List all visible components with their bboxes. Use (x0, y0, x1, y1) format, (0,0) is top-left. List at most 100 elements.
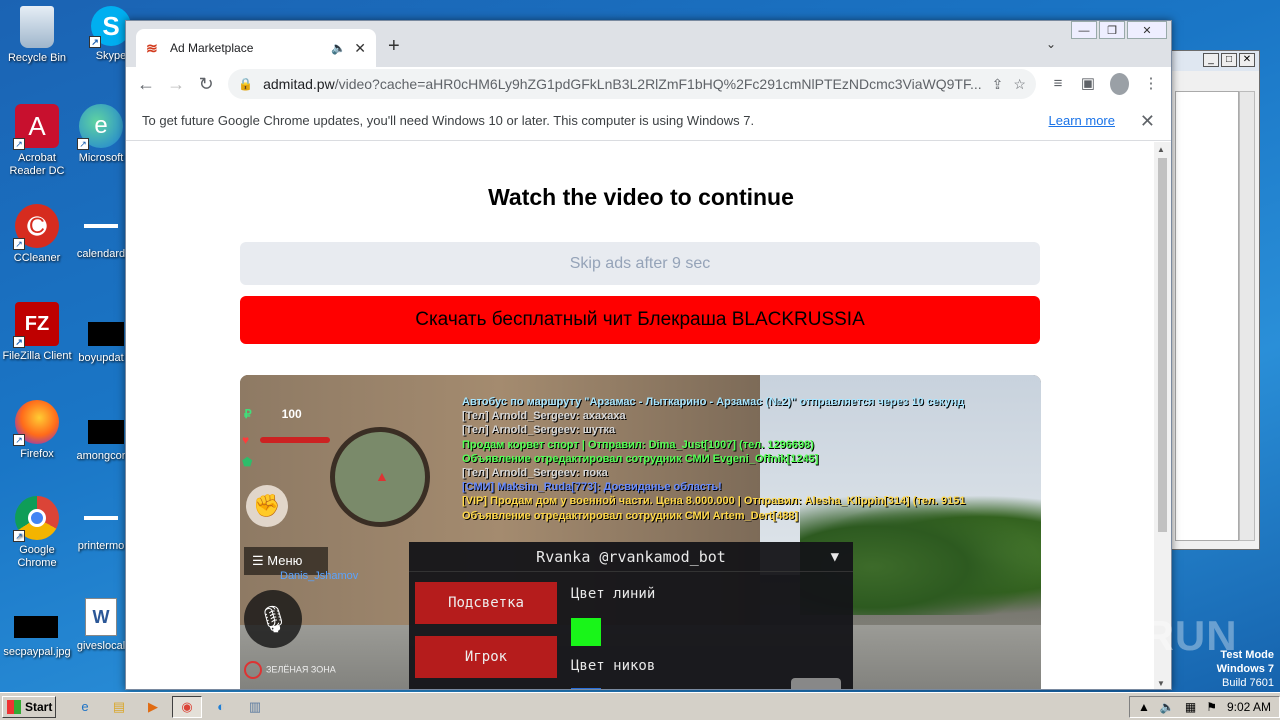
close-icon[interactable]: ✕ (1239, 53, 1255, 67)
learn-more-link[interactable]: Learn more (1049, 113, 1115, 128)
system-tray: ▲ 🔈 ▦ ⚑ 9:02 AM (1129, 695, 1280, 718)
background-window-titlebar[interactable]: _ □ ✕ (1171, 51, 1259, 71)
background-window-scrollbar[interactable] (1239, 91, 1255, 541)
minimap: ▲ (330, 427, 430, 527)
player-button[interactable]: Игрок (415, 636, 557, 678)
tab-search-icon[interactable]: ⌄ (1046, 37, 1056, 51)
ie-icon[interactable]: e (70, 696, 100, 718)
action-center-flag-icon[interactable]: ⚑ (1206, 700, 1217, 714)
maximize-icon[interactable]: □ (1221, 53, 1237, 67)
page-scrollbar[interactable]: ▲ ▼ (1154, 142, 1171, 689)
desktop-icon-label: FileZilla Client (2, 350, 72, 362)
desktop-icon-recycle-bin[interactable]: Recycle Bin (0, 6, 74, 65)
desktop-icon-label: CCleaner (13, 252, 61, 264)
profile-avatar[interactable] (1110, 73, 1129, 95)
restore-button[interactable]: ❐ (1099, 21, 1125, 39)
update-info-bar: To get future Google Chrome updates, you… (126, 101, 1171, 141)
word-doc-icon: W (85, 598, 117, 636)
player-nickname: Danis_Jshamov (280, 570, 359, 582)
player-marker-icon: ▲ (375, 468, 389, 484)
chrome-window: ≋ Ad Marketplace 🔈 ✕ + ⌄ — ❐ ✕ ← → ↻ 🔒 a… (125, 20, 1172, 690)
favicon-icon: ≋ (146, 40, 158, 56)
minimize-icon[interactable]: _ (1203, 53, 1219, 67)
chrome-icon[interactable]: ◉ (172, 695, 202, 718)
collapse-triangle-icon[interactable]: ▼ (831, 542, 839, 572)
download-cheat-button[interactable]: Скачать бесплатный чит Блекраша BLACKRUS… (240, 296, 1040, 344)
info-bar-close-icon[interactable]: ✕ (1140, 111, 1155, 132)
media-control-icon[interactable]: ≡ (1046, 70, 1070, 98)
explorer-icon[interactable]: ▤ (104, 696, 134, 718)
notepad-icon[interactable]: ▥ (240, 696, 270, 718)
microphone-icon[interactable]: 🎙 (244, 590, 302, 648)
desktop-icon-label: Firefox (20, 448, 54, 460)
chat-line: Объявление отредактировал сотрудник СМИ … (462, 452, 819, 465)
tab-strip: ≋ Ad Marketplace 🔈 ✕ + ⌄ — ❐ ✕ (126, 21, 1171, 67)
desktop-icon-chrome[interactable]: ↗ Google Chrome (0, 496, 74, 570)
side-panel-icon[interactable]: ▣ (1076, 70, 1100, 98)
audio-playing-icon[interactable]: 🔈 (331, 41, 346, 55)
desktop-icon-ccleaner[interactable]: C ↗ CCleaner (0, 204, 74, 265)
tab-ad-marketplace[interactable]: ≋ Ad Marketplace 🔈 ✕ (136, 29, 376, 67)
background-window-content (1175, 91, 1239, 541)
chat-line: Продам корвет спорт | Отправил: Dima_Jus… (462, 438, 814, 451)
edge-icon: e ↗ (77, 104, 123, 150)
more-menu-icon[interactable]: ⋮ (1139, 70, 1163, 98)
shortcut-arrow-icon: ↗ (13, 238, 25, 250)
media-player-icon[interactable]: ▶ (138, 696, 168, 718)
lock-icon[interactable]: 🔒 (238, 77, 253, 91)
desktop-icon-label: Acrobat Reader DC (9, 152, 65, 177)
image-thumbnail (14, 616, 58, 638)
chat-line: [Тел] Arnold_Sergeev: пока (462, 467, 608, 480)
desktop-icon-firefox[interactable]: ↗ Firefox (0, 400, 74, 461)
forward-arrow-icon[interactable]: → (164, 70, 188, 98)
tab-title: Ad Marketplace (170, 41, 254, 55)
heart-icon: ♥ (242, 433, 250, 447)
shortcut-arrow-icon: ↗ (13, 530, 25, 542)
edge-icon[interactable]: ◐ (206, 696, 236, 718)
nick-color-swatch[interactable] (571, 688, 601, 689)
zone-icon (244, 661, 262, 679)
scroll-down-icon[interactable]: ▼ (1157, 679, 1165, 688)
start-button[interactable]: Start (2, 695, 56, 718)
background-window[interactable]: _ □ ✕ (1170, 50, 1260, 550)
scrollbar-thumb[interactable] (1158, 158, 1167, 532)
chat-line: [Тел] Arnold_Sergeev: шутка (462, 424, 616, 437)
back-arrow-icon[interactable]: ← (134, 70, 158, 98)
reload-icon[interactable]: ↻ (194, 70, 218, 98)
desktop-icon-label: secpaypal.jpg (3, 646, 71, 658)
volume-icon[interactable]: 🔈 (1160, 700, 1175, 714)
new-tab-button[interactable]: + (388, 35, 400, 58)
scroll-up-icon[interactable]: ▲ (1157, 145, 1165, 154)
health-bar (260, 437, 330, 443)
share-icon[interactable]: ⇪ (992, 76, 1004, 93)
test-mode-notice: Test Mode Windows 7 Build 7601 (1216, 649, 1274, 689)
web-page: Watch the video to continue Skip ads aft… (126, 142, 1156, 689)
green-zone-indicator: ЗЕЛЁНАЯ ЗОНА (244, 661, 336, 679)
network-icon[interactable]: ▦ (1185, 700, 1196, 714)
blank-file-icon (84, 516, 118, 520)
highlight-button[interactable]: Подсветка (415, 582, 557, 624)
hud-money: ₽100 (244, 407, 302, 421)
blank-file-icon (84, 224, 118, 228)
browser-toolbar: ← → ↻ 🔒 admitad.pw/video?cache=aHR0cHM6L… (126, 67, 1171, 101)
ccleaner-icon: C ↗ (13, 204, 59, 250)
desktop-icon-acrobat[interactable]: A ↗ Acrobat Reader DC (0, 104, 74, 178)
redacted-thumbnail (88, 322, 124, 346)
shield-icon: ⬟ (242, 455, 253, 469)
line-color-swatch[interactable] (571, 618, 601, 646)
close-window-button[interactable]: ✕ (1127, 21, 1167, 39)
cheat-toggle[interactable] (791, 678, 841, 689)
tray-expand-icon[interactable]: ▲ (1138, 700, 1150, 714)
desktop-icon-filezilla[interactable]: FZ ↗ FileZilla Client (0, 302, 74, 363)
bookmark-star-icon[interactable]: ☆ (1013, 76, 1026, 93)
tab-close-icon[interactable]: ✕ (354, 40, 366, 57)
clock[interactable]: 9:02 AM (1227, 700, 1271, 714)
anyrun-watermark: ANY RUN (1040, 612, 1238, 659)
minimize-button[interactable]: — (1071, 21, 1097, 39)
fist-icon[interactable]: ✊ (246, 485, 288, 527)
url-text[interactable]: admitad.pw/video?cache=aHR0cHM6Ly9hZG1pd… (263, 76, 982, 92)
desktop-icon-secpaypal[interactable]: secpaypal.jpg (0, 598, 74, 659)
video-player[interactable]: ₽100 ♥ ⬟ ▲ ✊ Автобус по маршруту "Арзама… (240, 375, 1041, 689)
address-bar[interactable]: 🔒 admitad.pw/video?cache=aHR0cHM6Ly9hZG1… (228, 69, 1036, 99)
line-color-label: Цвет линий (571, 586, 656, 602)
